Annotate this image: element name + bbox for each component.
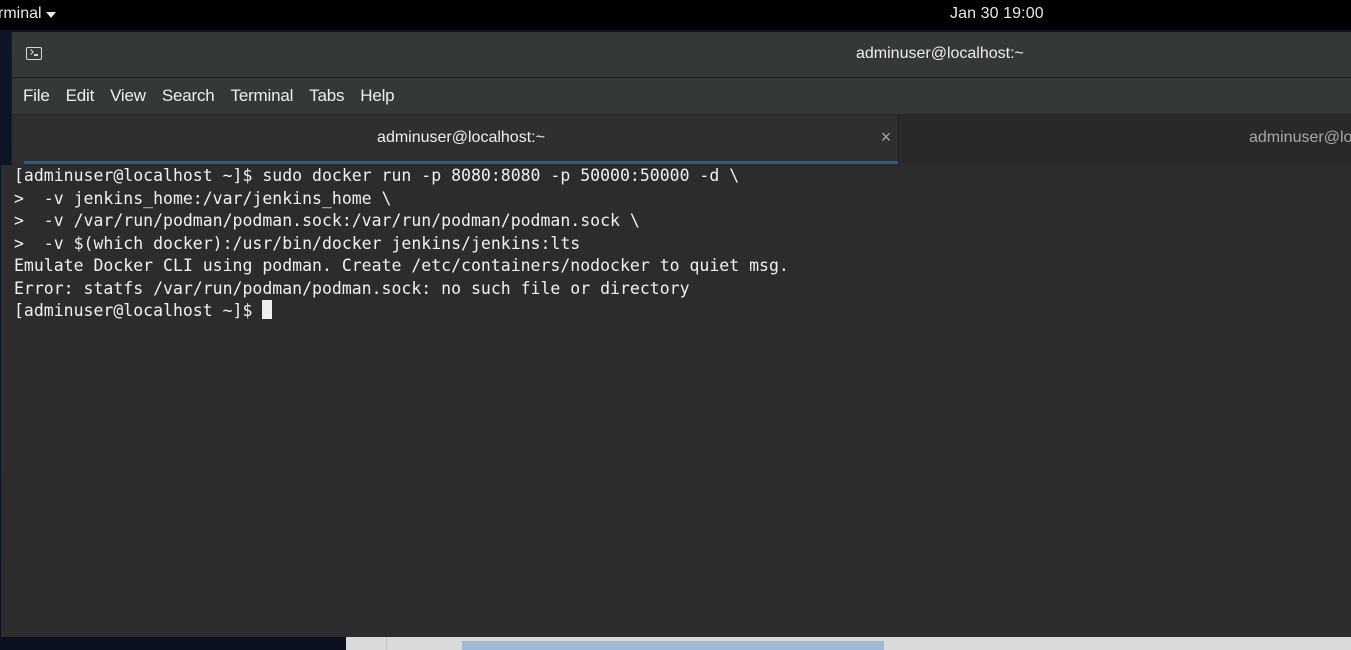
tab-label: adminuser@localhost:~ xyxy=(1249,129,1351,146)
tab-label: adminuser@localhost:~ xyxy=(377,129,545,146)
background-window-divider xyxy=(386,637,387,650)
menu-terminal[interactable]: Terminal xyxy=(231,86,294,106)
app-menu-label: rminal xyxy=(0,5,42,22)
close-icon[interactable]: × xyxy=(877,127,895,147)
menu-file[interactable]: File xyxy=(23,86,50,106)
menu-help[interactable]: Help xyxy=(360,86,394,106)
menu-view[interactable]: View xyxy=(110,86,146,106)
terminal-line: > -v jenkins_home:/var/jenkins_home \ xyxy=(14,188,392,208)
terminal-line: > -v $(which docker):/usr/bin/docker jen… xyxy=(14,233,581,253)
background-window-edge[interactable] xyxy=(346,636,1351,650)
top-bar: rminal Jan 30 19:00 xyxy=(0,0,1351,30)
menu-bar: File Edit View Search Terminal Tabs Help xyxy=(12,78,1351,114)
menu-search[interactable]: Search xyxy=(162,86,215,106)
active-tab-indicator xyxy=(24,161,898,164)
window-titlebar[interactable]: adminuser@localhost:~ xyxy=(12,32,1351,78)
terminal-line: [adminuser@localhost ~]$ sudo docker run… xyxy=(14,166,740,185)
text-cursor xyxy=(262,300,273,319)
menu-edit[interactable]: Edit xyxy=(66,86,95,106)
window-title: adminuser@localhost:~ xyxy=(856,45,1024,62)
tab-bar: adminuser@localhost:~ × adminuser@localh… xyxy=(12,114,1351,164)
terminal-window: adminuser@localhost:~ File Edit View Sea… xyxy=(1,32,1351,637)
terminal-line: Error: statfs /var/run/podman/podman.soc… xyxy=(14,278,690,298)
terminal-icon[interactable] xyxy=(26,47,42,60)
terminal-line: > -v /var/run/podman/podman.sock:/var/ru… xyxy=(14,211,640,230)
tab-inactive[interactable]: adminuser@localhost:~ xyxy=(898,115,1351,164)
tab-active[interactable]: adminuser@localhost:~ × xyxy=(24,115,898,164)
menu-tabs[interactable]: Tabs xyxy=(309,86,344,106)
desktop: rminal Jan 30 19:00 adminuser@localhost:… xyxy=(0,0,1351,650)
terminal-prompt-line[interactable]: [adminuser@localhost ~]$ xyxy=(14,300,273,322)
clock[interactable]: Jan 30 19:00 xyxy=(950,5,1044,23)
app-menu[interactable]: rminal xyxy=(0,5,56,23)
background-window-selection xyxy=(462,641,884,650)
terminal-output[interactable]: [adminuser@localhost ~]$ sudo docker run… xyxy=(1,165,1351,637)
chevron-down-icon xyxy=(45,12,56,18)
terminal-line: Emulate Docker CLI using podman. Create … xyxy=(14,256,789,275)
prompt: [adminuser@localhost ~]$ xyxy=(14,301,263,320)
